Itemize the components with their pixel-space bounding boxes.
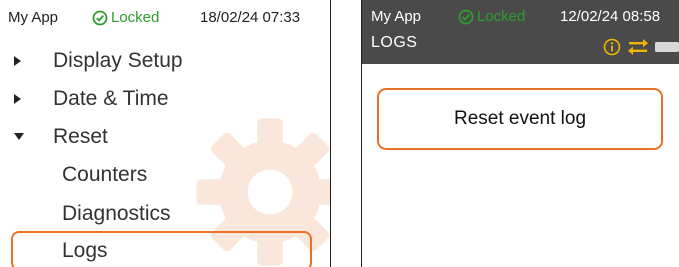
lock-label: Locked	[111, 9, 160, 26]
menu-item-label: Logs	[62, 239, 108, 262]
status-bar: My App Locked 18/02/24 07:33	[0, 0, 330, 36]
lock-status: Locked	[458, 8, 525, 25]
lock-status: Locked	[92, 9, 159, 26]
app-name: My App	[371, 8, 422, 25]
status-bar: My App Locked 12/02/24 08:58 LOGS	[362, 0, 679, 64]
menu-item-display-setup[interactable]: Display Setup	[0, 44, 330, 78]
expand-arrow-icon	[14, 56, 21, 66]
locked-check-icon	[458, 9, 474, 24]
logs-screen: My App Locked 12/02/24 08:58 LOGS Reset …	[361, 0, 679, 267]
menu-item-date-time[interactable]: Date & Time	[0, 82, 330, 116]
status-clock: 12/02/24 08:58	[560, 8, 661, 25]
app-name: My App	[8, 9, 59, 26]
battery-icon	[655, 42, 679, 52]
locked-check-icon	[92, 10, 108, 25]
info-icon[interactable]	[603, 38, 621, 56]
page-title: LOGS	[371, 34, 418, 51]
submenu-item-counters[interactable]: Counters	[0, 158, 330, 192]
menu-item-label: Reset	[53, 125, 108, 148]
menu-item-label: Date & Time	[53, 87, 169, 110]
menu-item-label: Counters	[62, 163, 148, 186]
collapse-arrow-icon	[14, 133, 24, 140]
menu-item-reset[interactable]: Reset	[0, 120, 330, 154]
expand-arrow-icon	[14, 94, 21, 104]
menu-item-label: Diagnostics	[62, 202, 171, 225]
status-icons	[603, 38, 679, 56]
menu-item-label: Display Setup	[53, 49, 183, 72]
menu-screen: My App Locked 18/02/24 07:33 Display Set…	[0, 0, 331, 267]
lock-label: Locked	[477, 8, 526, 25]
submenu-item-diagnostics[interactable]: Diagnostics	[0, 197, 330, 231]
submenu-item-logs[interactable]: Logs	[0, 234, 330, 267]
reset-event-log-button[interactable]: Reset event log	[377, 88, 663, 150]
transfer-icon	[628, 39, 648, 55]
status-clock: 18/02/24 07:33	[200, 9, 301, 26]
